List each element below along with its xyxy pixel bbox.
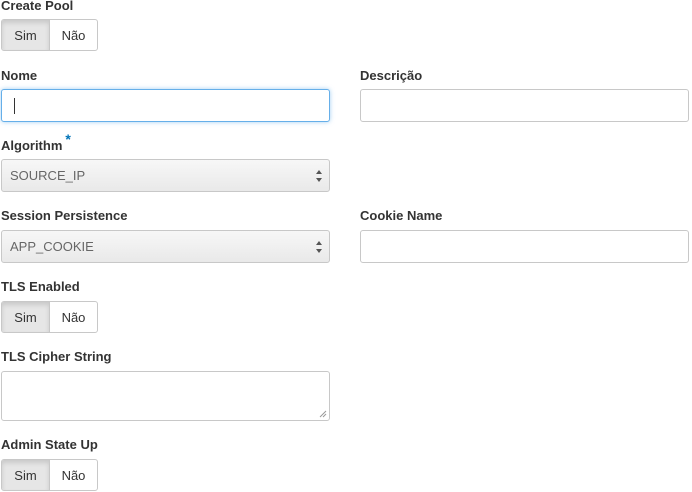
session-persistence-label: Session Persistence <box>1 208 128 223</box>
resize-grip-icon[interactable] <box>319 410 327 418</box>
descricao-input[interactable] <box>360 89 689 122</box>
session-persistence-select[interactable]: APP_COOKIE <box>1 230 330 263</box>
cookie-name-label: Cookie Name <box>360 208 443 223</box>
create-pool-toggle: Sim Não <box>1 19 98 51</box>
tls-enabled-sim-button[interactable]: Sim <box>2 302 50 332</box>
up-down-arrows-icon <box>316 170 322 182</box>
tls-cipher-string-label: TLS Cipher String <box>1 349 112 364</box>
session-persistence-selected-value: APP_COOKIE <box>10 239 94 254</box>
tls-enabled-nao-button[interactable]: Não <box>50 302 97 332</box>
tls-enabled-toggle: Sim Não <box>1 301 98 333</box>
tls-enabled-label: TLS Enabled <box>1 279 80 294</box>
algorithm-selected-value: SOURCE_IP <box>10 168 86 183</box>
nome-input[interactable] <box>1 89 330 122</box>
tls-cipher-string-textarea[interactable] <box>1 371 330 421</box>
cookie-name-input[interactable] <box>360 230 689 263</box>
text-caret <box>14 98 15 114</box>
nome-label: Nome <box>1 68 38 83</box>
up-down-arrows-icon <box>316 241 322 253</box>
algorithm-label-text: Algorithm <box>1 138 63 153</box>
admin-state-up-sim-button[interactable]: Sim <box>2 460 50 490</box>
algorithm-select[interactable]: SOURCE_IP <box>1 159 330 192</box>
admin-state-up-nao-button[interactable]: Não <box>50 460 97 490</box>
create-pool-label: Create Pool <box>1 0 74 13</box>
required-marker: * <box>65 131 71 147</box>
algorithm-label: Algorithm * <box>1 131 71 154</box>
admin-state-up-label: Admin State Up <box>1 437 98 452</box>
descricao-label: Descrição <box>360 68 423 83</box>
create-pool-sim-button[interactable]: Sim <box>2 20 50 50</box>
admin-state-up-toggle: Sim Não <box>1 459 98 491</box>
create-pool-nao-button[interactable]: Não <box>50 20 97 50</box>
